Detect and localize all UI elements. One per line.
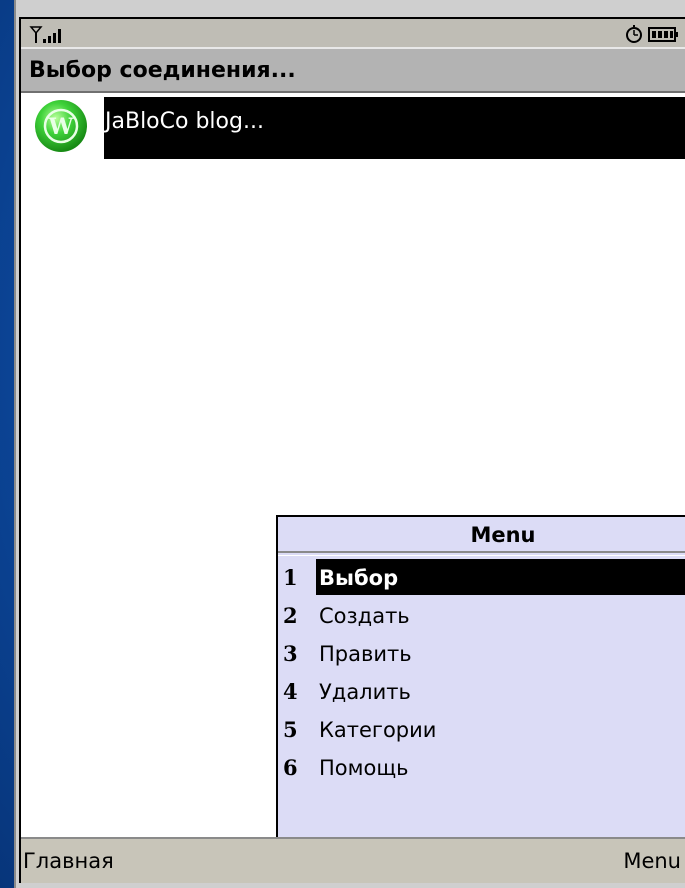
menu-item-number: 4 bbox=[283, 679, 298, 704]
menu-item-label: Выбор bbox=[319, 566, 399, 590]
menu-item-select[interactable]: 1 Выбор bbox=[278, 559, 685, 595]
list-item-label: JaBloCo blog... bbox=[105, 109, 264, 134]
screen-title: Выбор соединения... bbox=[29, 58, 296, 83]
alarm-clock-icon bbox=[626, 25, 642, 43]
popup-menu: Menu 1 Выбор 2 Создать 3 Править 4 Удали… bbox=[276, 515, 685, 838]
menu-title: Menu bbox=[470, 523, 536, 547]
menu-item-number: 2 bbox=[283, 603, 298, 628]
phone-screen: Выбор соединения... W JaBloCo blog... Me… bbox=[19, 17, 685, 883]
softkey-bar: Главная Menu bbox=[21, 837, 685, 883]
menu-header: Menu bbox=[278, 517, 685, 553]
menu-item-delete[interactable]: 4 Удалить bbox=[278, 673, 685, 709]
menu-item-label: Создать bbox=[319, 604, 410, 628]
menu-item-edit[interactable]: 3 Править bbox=[278, 635, 685, 671]
menu-item-label: Удалить bbox=[319, 680, 411, 704]
menu-item-help[interactable]: 6 Помощь bbox=[278, 749, 685, 785]
menu-item-number: 1 bbox=[283, 565, 298, 590]
status-bar bbox=[21, 19, 685, 49]
menu-item-number: 6 bbox=[283, 755, 298, 780]
svg-text:W: W bbox=[48, 114, 74, 140]
battery-icon bbox=[648, 27, 678, 42]
menu-item-label: Помощь bbox=[319, 756, 409, 780]
softkey-left[interactable]: Главная bbox=[23, 849, 114, 873]
menu-item-create[interactable]: 2 Создать bbox=[278, 597, 685, 633]
wordpress-icon: W bbox=[35, 100, 87, 152]
menu-item-label: Править bbox=[319, 642, 412, 666]
title-bar: Выбор соединения... bbox=[21, 49, 685, 93]
list-item[interactable]: W JaBloCo blog... bbox=[21, 97, 685, 161]
menu-item-label: Категории bbox=[319, 718, 437, 742]
status-right-icons bbox=[626, 25, 678, 43]
signal-strength-icon bbox=[29, 26, 61, 43]
menu-item-categories[interactable]: 5 Категории bbox=[278, 711, 685, 747]
softkey-right[interactable]: Menu bbox=[623, 849, 681, 873]
menu-divider bbox=[278, 555, 685, 556]
menu-item-number: 5 bbox=[283, 717, 298, 742]
menu-item-number: 3 bbox=[283, 641, 298, 666]
